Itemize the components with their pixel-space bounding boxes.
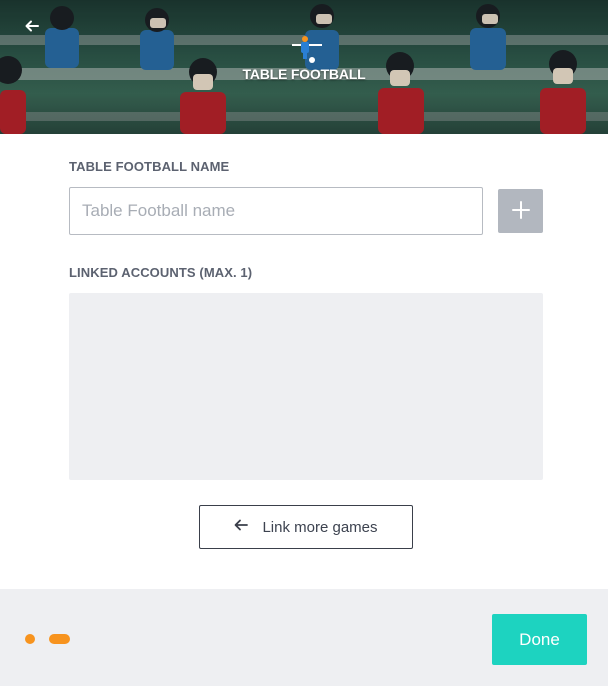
- name-label: TABLE FOOTBALL NAME: [69, 159, 230, 174]
- foosball-player-icon: [292, 34, 322, 64]
- done-button[interactable]: Done: [492, 614, 587, 665]
- add-button[interactable]: [498, 189, 543, 233]
- step-indicator-2-active: [49, 634, 70, 644]
- plus-icon: [511, 200, 531, 223]
- step-indicator-1: [25, 634, 35, 644]
- linked-accounts-list: [69, 293, 543, 480]
- arrow-left-icon: [234, 518, 249, 536]
- link-more-games-label: Link more games: [262, 518, 378, 536]
- linked-accounts-label: LINKED ACCOUNTS (MAX. 1): [69, 265, 253, 280]
- page-title: TABLE FOOTBALL: [242, 66, 366, 82]
- header-banner: TABLE FOOTBALL: [0, 0, 608, 134]
- title-block: TABLE FOOTBALL: [0, 34, 608, 82]
- link-more-games-button[interactable]: Link more games: [199, 505, 413, 549]
- footer-bar: Done: [0, 589, 608, 686]
- table-football-name-input[interactable]: [69, 187, 483, 235]
